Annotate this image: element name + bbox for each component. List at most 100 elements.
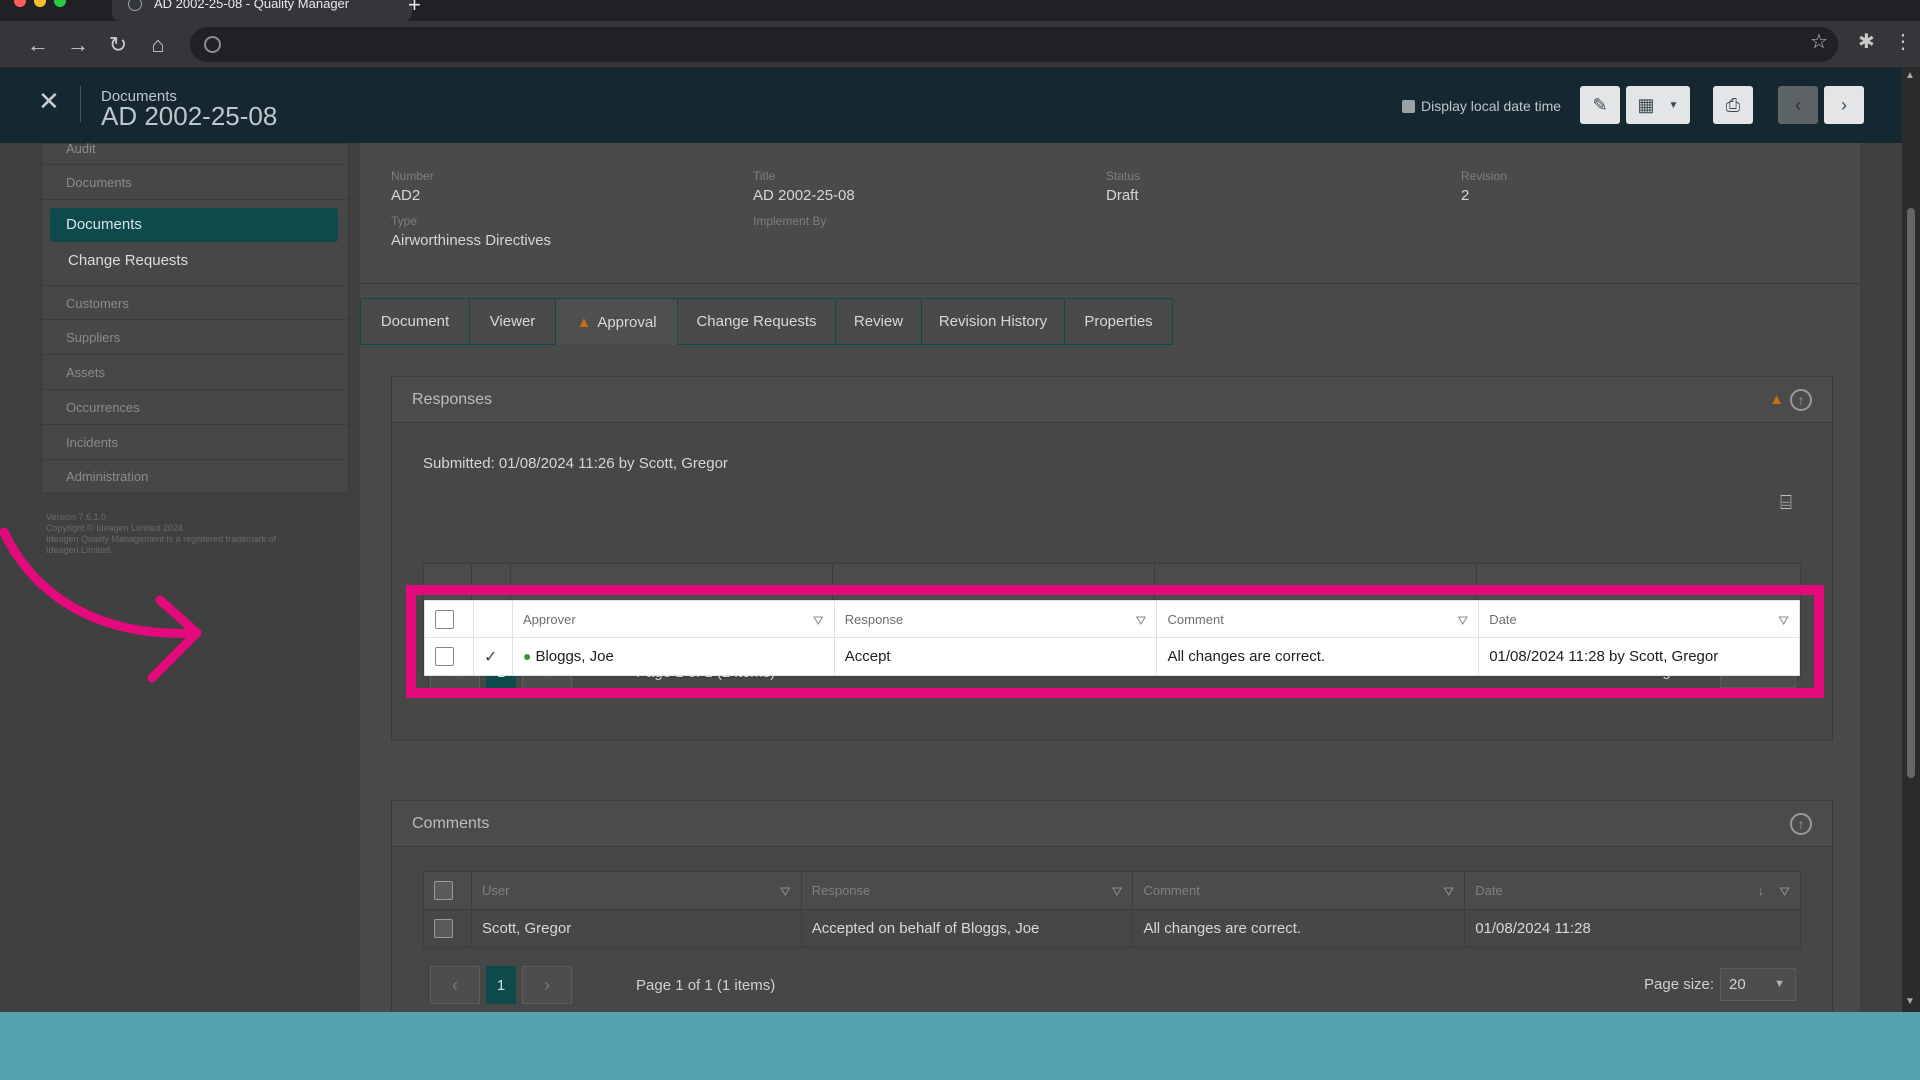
close-icon[interactable]: ✕	[38, 86, 60, 117]
sidebar-item-administration[interactable]: Administration	[42, 460, 348, 493]
column-header-comment[interactable]: Comment ⛛	[1156, 600, 1480, 638]
filter-icon[interactable]: ⛛	[1778, 613, 1789, 629]
document-tabs: Document Viewer ▲ Approval Change Request…	[360, 298, 1173, 345]
reload-icon[interactable]: ↻	[104, 31, 132, 59]
sort-down-icon[interactable]: ↓	[1758, 883, 1765, 898]
collapse-icon[interactable]: ↑	[1790, 813, 1812, 835]
tab-label: Revision History	[938, 313, 1048, 330]
window-minimize-dot[interactable]	[34, 0, 46, 7]
comments-header[interactable]: Comments ↑	[392, 801, 1832, 847]
filter-icon[interactable]: ⛛	[1136, 613, 1147, 629]
table-row[interactable]: Scott, Gregor Accepted on behalf of Blog…	[423, 909, 1801, 948]
column-header-approver[interactable]: Approver ⛛	[511, 600, 835, 638]
browser-menu-icon[interactable]: ⋮	[1893, 29, 1913, 54]
row-checkbox-cell[interactable]	[424, 637, 474, 676]
page-number-button[interactable]: 1	[486, 966, 516, 1004]
row-checkbox[interactable]	[435, 647, 454, 666]
next-page-button[interactable]: ›	[522, 966, 572, 1004]
local-datetime-toggle[interactable]: Display local date time	[1402, 98, 1561, 114]
select-all-header[interactable]	[424, 600, 474, 638]
filter-icon[interactable]: ⛛	[1779, 884, 1790, 900]
filter-icon[interactable]: ⛛	[1457, 613, 1468, 629]
previous-record-button[interactable]: ‹	[1778, 86, 1818, 124]
forward-arrow-icon[interactable]: →	[64, 31, 92, 59]
row-checkbox[interactable]	[434, 919, 453, 938]
home-icon[interactable]: ⌂	[144, 31, 172, 59]
browser-tab-bar: AD 2002-25-08 - Quality Manager +	[0, 0, 1920, 21]
address-bar[interactable]	[190, 27, 1838, 62]
bookmark-star-icon[interactable]: ☆	[1810, 29, 1828, 54]
window-maximize-dot[interactable]	[54, 0, 66, 7]
extensions-icon[interactable]: ✱	[1858, 29, 1875, 54]
submitted-info: Submitted: 01/08/2024 11:26 by Scott, Gr…	[423, 455, 728, 472]
window-close-dot[interactable]	[14, 0, 26, 7]
comment-cell: All changes are correct.	[1132, 909, 1466, 948]
browser-tab[interactable]: AD 2002-25-08 - Quality Manager	[112, 0, 412, 21]
select-all-checkbox[interactable]	[435, 609, 454, 629]
local-datetime-checkbox[interactable]	[1402, 99, 1415, 113]
column-label: Comment	[1167, 611, 1224, 627]
column-header-comment[interactable]: Comment ⛛	[1132, 871, 1466, 910]
select-all-checkbox[interactable]	[434, 881, 453, 900]
tab-properties[interactable]: Properties	[1065, 298, 1173, 345]
print-button[interactable]: ⎙	[1713, 86, 1753, 124]
tab-approval[interactable]: ▲ Approval	[556, 298, 678, 345]
app-header: ✕ Documents AD 2002-25-08 Display local …	[0, 68, 1902, 143]
comments-page-size: Page size: 20 ▼	[1644, 968, 1797, 1001]
tab-label: Document	[380, 313, 450, 330]
sidebar-item-documents-active[interactable]: Documents	[50, 208, 338, 242]
sidebar-item-suppliers[interactable]: Suppliers	[42, 320, 348, 355]
column-header-response[interactable]: Response ⛛	[833, 600, 1158, 638]
hierarchy-icon[interactable]: ⌸	[1780, 492, 1792, 515]
page-scrollbar[interactable]: ▲ ▼	[1902, 68, 1920, 1012]
sidebar-item-audit[interactable]: Audit	[42, 142, 348, 165]
user-icon: ●	[522, 648, 532, 664]
checkmark-icon: ✓	[483, 648, 498, 666]
scroll-down-icon[interactable]: ▼	[1905, 996, 1915, 1007]
sidebar-item-documents[interactable]: Documents	[42, 165, 348, 200]
scroll-thumb[interactable]	[1907, 208, 1915, 778]
table-row[interactable]: ✓ ● Bloggs, Joe Accept All changes are co…	[424, 637, 1800, 676]
local-datetime-label: Display local date time	[1421, 98, 1562, 114]
sidebar-item-assets[interactable]: Assets	[42, 355, 348, 390]
tab-viewer[interactable]: Viewer	[470, 298, 556, 345]
number-label: Number	[391, 169, 434, 183]
tab-revision-history[interactable]: Revision History	[922, 298, 1065, 345]
edit-button[interactable]: ✎	[1580, 86, 1620, 124]
tab-review[interactable]: Review	[836, 298, 922, 345]
printer-icon: ⎙	[1725, 94, 1741, 115]
warning-icon: ▲	[576, 313, 592, 331]
sidebar-item-occurrences[interactable]: Occurrences	[42, 390, 348, 425]
layout-menu-button[interactable]: ▦ ▼	[1626, 86, 1690, 124]
header-divider	[80, 86, 81, 122]
filter-icon[interactable]: ⛛	[780, 884, 791, 900]
column-header-date[interactable]: Date ⛛	[1478, 600, 1800, 638]
approver-name: Bloggs, Joe	[535, 648, 614, 665]
select-all-header[interactable]	[423, 871, 472, 910]
user-cell: Scott, Gregor	[470, 909, 802, 948]
comment-cell: All changes are correct.	[1156, 637, 1480, 676]
tab-change-requests[interactable]: Change Requests	[678, 298, 836, 345]
responses-header[interactable]: Responses ▲ ↑	[392, 377, 1832, 423]
next-record-button[interactable]: ›	[1824, 86, 1864, 124]
filter-icon[interactable]: ⛛	[1112, 884, 1123, 900]
collapse-icon[interactable]: ↑	[1790, 389, 1812, 411]
column-header-user[interactable]: User ⛛	[470, 871, 802, 910]
previous-page-button[interactable]: ‹	[430, 966, 480, 1004]
column-header-date[interactable]: Date ↓ ⛛	[1464, 871, 1801, 910]
grid-icon: ▦	[1637, 94, 1655, 115]
tab-document[interactable]: Document	[360, 298, 470, 345]
sidebar-item-incidents[interactable]: Incidents	[42, 425, 348, 460]
column-label: Approver	[522, 611, 576, 627]
page-size-select[interactable]: 20 ▼	[1720, 968, 1797, 1001]
sidebar-item-customers[interactable]: Customers	[42, 285, 348, 320]
scroll-up-icon[interactable]: ▲	[1905, 70, 1915, 81]
filter-icon[interactable]: ⛛	[1443, 884, 1454, 900]
new-tab-button[interactable]: +	[408, 0, 421, 18]
column-header-response[interactable]: Response ⛛	[800, 871, 1134, 910]
back-arrow-icon[interactable]: ←	[24, 31, 52, 59]
filter-icon[interactable]: ⛛	[813, 613, 824, 629]
column-label: Date	[1489, 611, 1517, 627]
sidebar-item-change-requests[interactable]: Change Requests	[68, 252, 188, 269]
row-checkbox-cell[interactable]	[423, 909, 472, 948]
